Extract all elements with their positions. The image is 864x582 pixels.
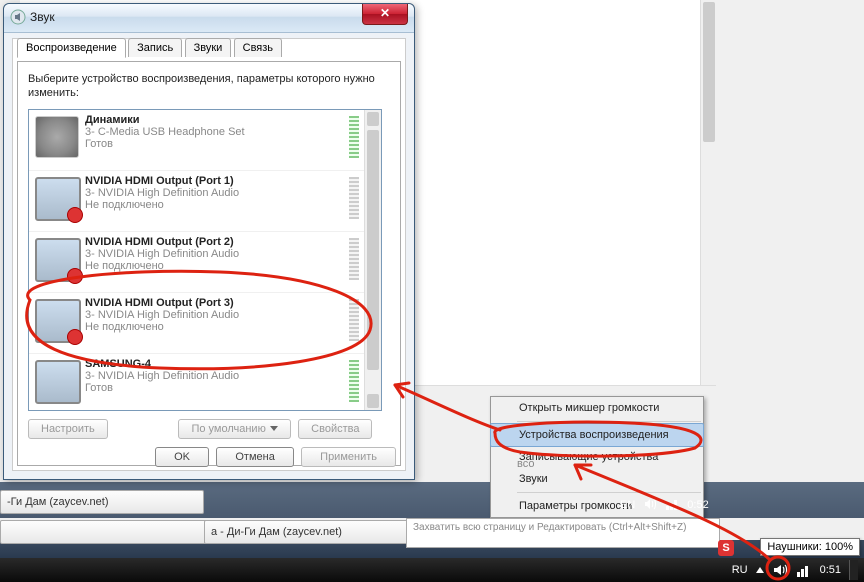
tab-strip: Воспроизведение Запись Звуки Связь	[17, 38, 409, 60]
device-status: Готов	[85, 138, 375, 150]
lang-indicator: EN	[620, 499, 635, 511]
dialog-title: Звук	[30, 10, 55, 24]
apply-button[interactable]: Применить	[301, 447, 396, 467]
menu-separator	[517, 421, 701, 422]
volume-tooltip: Наушники: 100%	[760, 538, 860, 556]
volume-icon	[643, 497, 657, 514]
clock[interactable]: 0:51	[820, 564, 841, 576]
cancel-button[interactable]: Отмена	[216, 447, 293, 467]
device-subtitle: 3- C-Media USB Headphone Set	[85, 126, 375, 138]
properties-button[interactable]: Свойства	[298, 419, 372, 439]
volume-icon[interactable]	[772, 562, 788, 578]
monitor-icon	[35, 238, 81, 282]
level-meter-icon	[349, 177, 359, 219]
device-subtitle: 3- NVIDIA High Definition Audio	[85, 309, 375, 321]
sound-dialog: Звук ✕ Воспроизведение Запись Звуки Связ…	[3, 3, 415, 480]
monitor-icon	[35, 360, 81, 404]
level-meter-icon	[349, 360, 359, 402]
level-meter-icon	[349, 299, 359, 341]
network-icon	[665, 497, 679, 514]
tab-playback[interactable]: Воспроизведение	[17, 38, 126, 58]
system-tray: RU 0:51	[732, 560, 858, 580]
tab-sounds[interactable]: Звуки	[185, 38, 232, 57]
monitor-icon	[35, 299, 81, 343]
unplugged-badge-icon	[67, 207, 83, 223]
screenshot-app-icon[interactable]: S	[718, 540, 734, 556]
chevron-down-icon	[270, 426, 278, 431]
capture-hint-text: Захватить всю страницу и Редактировать (…	[413, 522, 686, 533]
capture-hint-bar: Захватить всю страницу и Редактировать (…	[406, 518, 720, 548]
device-item[interactable]: NVIDIA HDMI Output (Port 3) 3- NVIDIA Hi…	[29, 293, 381, 354]
dialog-footer-buttons: OK Отмена Применить	[155, 447, 400, 467]
stub-text: всо	[517, 458, 534, 470]
unplugged-badge-icon	[67, 329, 83, 345]
device-subtitle: 3- NVIDIA High Definition Audio	[85, 248, 375, 260]
menu-sounds[interactable]: Звуки	[491, 468, 703, 490]
configure-button[interactable]: Настроить	[28, 419, 108, 439]
device-status: Не подключено	[85, 199, 375, 211]
device-subtitle: 3- NVIDIA High Definition Audio	[85, 370, 375, 382]
underlying-tray: EN 0:52	[620, 494, 709, 516]
dialog-titlebar[interactable]: Звук ✕	[4, 4, 414, 33]
device-item[interactable]: Динамики 3- C-Media USB Headphone Set Го…	[29, 110, 381, 171]
show-hidden-icons[interactable]	[756, 567, 764, 573]
monitor-icon	[35, 177, 81, 221]
tab-pane-playback: Выберите устройство воспроизведения, пар…	[17, 61, 401, 466]
show-desktop-button[interactable]	[849, 560, 858, 580]
device-status: Не подключено	[85, 321, 375, 333]
device-buttons-row: Настроить По умолчанию Свойства	[28, 419, 390, 439]
device-name: NVIDIA HDMI Output (Port 3)	[85, 297, 375, 309]
device-name: NVIDIA HDMI Output (Port 1)	[85, 175, 375, 187]
tab-label: а - Ди-Ги Дам (zaycev.net)	[211, 526, 342, 538]
tab-communications[interactable]: Связь	[234, 38, 282, 57]
device-status: Готов	[85, 382, 375, 394]
browser-tab-fragment[interactable]: -Ги Дам (zaycev.net)	[0, 490, 204, 514]
level-meter-icon	[349, 116, 359, 158]
device-subtitle: 3- NVIDIA High Definition Audio	[85, 187, 375, 199]
device-list[interactable]: Динамики 3- C-Media USB Headphone Set Го…	[28, 109, 382, 411]
tab-recording[interactable]: Запись	[128, 38, 182, 57]
unplugged-badge-icon	[67, 268, 83, 284]
set-default-label: По умолчанию	[191, 423, 265, 435]
dialog-body: Воспроизведение Запись Звуки Связь Выбер…	[12, 38, 406, 471]
set-default-button[interactable]: По умолчанию	[178, 419, 290, 439]
device-status: Не подключено	[85, 260, 375, 272]
page-scrollbar-vertical[interactable]	[700, 0, 717, 385]
speaker-icon	[35, 116, 79, 158]
lang-indicator[interactable]: RU	[732, 564, 748, 576]
taskbar: RU 0:51	[0, 558, 864, 582]
browser-tab-fragment[interactable]	[0, 520, 212, 544]
menu-open-mixer[interactable]: Открыть микшер громкости	[491, 397, 703, 419]
ok-button[interactable]: OK	[155, 447, 209, 467]
device-name: NVIDIA HDMI Output (Port 2)	[85, 236, 375, 248]
menu-separator	[517, 492, 701, 493]
sound-icon	[10, 9, 26, 25]
close-icon: ✕	[380, 6, 390, 20]
clock: 0:52	[687, 499, 708, 511]
device-name: Динамики	[85, 114, 375, 126]
tab-label: -Ги Дам (zaycev.net)	[7, 496, 108, 508]
menu-playback-devices[interactable]: Устройства воспроизведения	[490, 423, 704, 447]
network-icon[interactable]	[796, 562, 812, 578]
level-meter-icon	[349, 238, 359, 280]
list-scrollbar[interactable]	[364, 110, 381, 410]
device-name: SAMSUNG-4	[85, 358, 375, 370]
device-item[interactable]: NVIDIA HDMI Output (Port 2) 3- NVIDIA Hi…	[29, 232, 381, 293]
device-item[interactable]: NVIDIA HDMI Output (Port 1) 3- NVIDIA Hi…	[29, 171, 381, 232]
browser-tab[interactable]: а - Ди-Ги Дам (zaycev.net)	[204, 520, 436, 544]
tooltip-text: Наушники: 100%	[767, 541, 853, 553]
hint-text: Выберите устройство воспроизведения, пар…	[28, 72, 390, 101]
close-button[interactable]: ✕	[362, 4, 408, 25]
device-item[interactable]: SAMSUNG-4 3- NVIDIA High Definition Audi…	[29, 354, 381, 411]
